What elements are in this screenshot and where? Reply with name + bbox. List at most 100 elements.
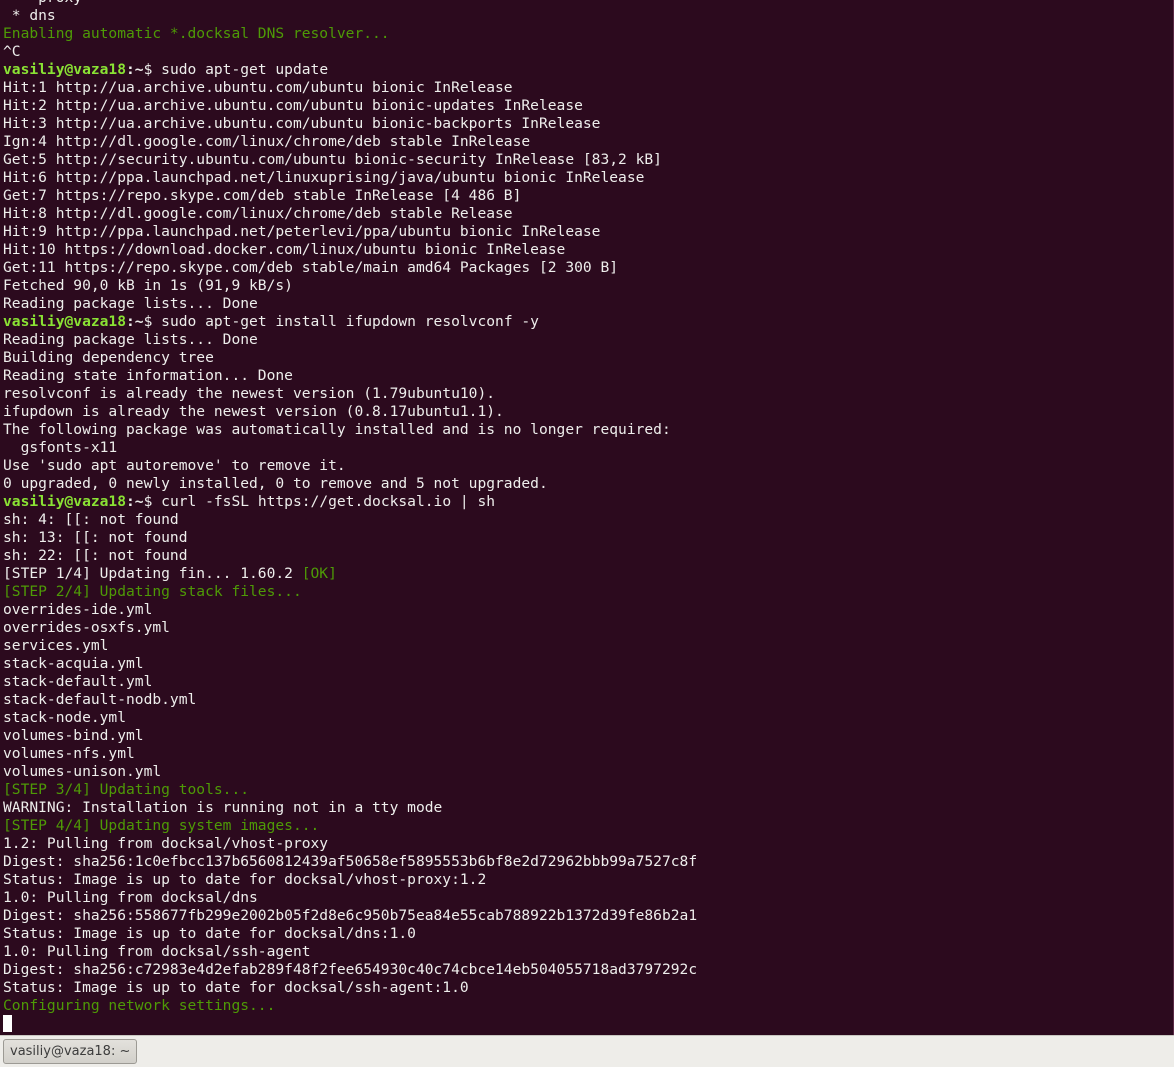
terminal-line: Building dependency tree xyxy=(3,349,697,367)
terminal-line: proxy xyxy=(3,0,697,7)
terminal-line: 1.2: Pulling from docksal/vhost-proxy xyxy=(3,835,697,853)
output-text: ^C xyxy=(3,43,21,60)
output-text: overrides-ide.yml xyxy=(3,601,153,618)
terminal-window[interactable]: proxy * dnsEnabling automatic *.docksal … xyxy=(0,0,1174,1035)
output-text: $ sudo apt-get install ifupdown resolvco… xyxy=(143,313,539,330)
terminal-line: Configuring network settings... xyxy=(3,997,697,1015)
terminal-line: stack-default-nodb.yml xyxy=(3,691,697,709)
text-cursor xyxy=(3,1015,12,1032)
output-text: volumes-nfs.yml xyxy=(3,745,135,762)
output-text: Get:11 https://repo.skype.com/deb stable… xyxy=(3,259,619,276)
terminal-line: Use 'sudo apt autoremove' to remove it. xyxy=(3,457,697,475)
output-text: proxy xyxy=(3,0,82,6)
output-text: sh: 13: [[: not found xyxy=(3,529,188,546)
terminal-line: 1.0: Pulling from docksal/ssh-agent xyxy=(3,943,697,961)
terminal-line: services.yml xyxy=(3,637,697,655)
terminal-line: volumes-bind.yml xyxy=(3,727,697,745)
terminal-line: * dns xyxy=(3,7,697,25)
output-text: Ign:4 http://dl.google.com/linux/chrome/… xyxy=(3,133,531,150)
output-text: Digest: sha256:1c0efbcc137b6560812439af5… xyxy=(3,853,698,870)
terminal-line: sh: 4: [[: not found xyxy=(3,511,697,529)
output-text: Reading package lists... Done xyxy=(3,331,258,348)
output-text: Building dependency tree xyxy=(3,349,214,366)
output-text: Hit:1 http://ua.archive.ubuntu.com/ubunt… xyxy=(3,79,513,96)
output-text: $ sudo apt-get update xyxy=(143,61,329,78)
terminal-line: overrides-ide.yml xyxy=(3,601,697,619)
terminal-line: Status: Image is up to date for docksal/… xyxy=(3,871,697,889)
terminal-line: ^C xyxy=(3,43,697,61)
terminal-line: WARNING: Installation is running not in … xyxy=(3,799,697,817)
terminal-line: Digest: sha256:558677fb299e2002b05f2d8e6… xyxy=(3,907,697,925)
status-message: [STEP 3/4] Updating tools... xyxy=(3,781,250,798)
terminal-line: Hit:6 http://ppa.launchpad.net/linuxupri… xyxy=(3,169,697,187)
terminal-line: Hit:9 http://ppa.launchpad.net/peterlevi… xyxy=(3,223,697,241)
terminal-line: ifupdown is already the newest version (… xyxy=(3,403,697,421)
status-message: Enabling automatic *.docksal DNS resolve… xyxy=(3,25,390,42)
terminal-line: Get:7 https://repo.skype.com/deb stable … xyxy=(3,187,697,205)
output-text: overrides-osxfs.yml xyxy=(3,619,170,636)
status-message: Configuring network settings... xyxy=(3,997,276,1014)
terminal-line: Get:11 https://repo.skype.com/deb stable… xyxy=(3,259,697,277)
terminal-line: Status: Image is up to date for docksal/… xyxy=(3,979,697,997)
output-text: Hit:10 https://download.docker.com/linux… xyxy=(3,241,566,258)
output-text: stack-default.yml xyxy=(3,673,153,690)
status-message: [STEP 4/4] Updating system images... xyxy=(3,817,320,834)
prompt-path: :~ xyxy=(126,493,144,510)
terminal-line: sh: 13: [[: not found xyxy=(3,529,697,547)
terminal-line: gsfonts-x11 xyxy=(3,439,697,457)
output-text: 1.2: Pulling from docksal/vhost-proxy xyxy=(3,835,329,852)
terminal-line: [STEP 1/4] Updating fin... 1.60.2 [OK] xyxy=(3,565,697,583)
output-text: stack-default-nodb.yml xyxy=(3,691,197,708)
output-text: resolvconf is already the newest version… xyxy=(3,385,496,402)
terminal-line: resolvconf is already the newest version… xyxy=(3,385,697,403)
output-text: Hit:2 http://ua.archive.ubuntu.com/ubunt… xyxy=(3,97,583,114)
terminal-line: Status: Image is up to date for docksal/… xyxy=(3,925,697,943)
terminal-line: stack-default.yml xyxy=(3,673,697,691)
prompt-path: :~ xyxy=(126,61,144,78)
output-text: Get:7 https://repo.skype.com/deb stable … xyxy=(3,187,522,204)
terminal-input-line[interactable] xyxy=(3,1015,697,1033)
terminal-line: volumes-unison.yml xyxy=(3,763,697,781)
output-text: stack-acquia.yml xyxy=(3,655,144,672)
output-text: Get:5 http://security.ubuntu.com/ubuntu … xyxy=(3,151,662,168)
terminal-line: [STEP 3/4] Updating tools... xyxy=(3,781,697,799)
terminal-line: Enabling automatic *.docksal DNS resolve… xyxy=(3,25,697,43)
output-text: Status: Image is up to date for docksal/… xyxy=(3,979,469,996)
prompt-path: :~ xyxy=(126,313,144,330)
terminal-output: proxy * dnsEnabling automatic *.docksal … xyxy=(3,0,697,1033)
output-text: Hit:3 http://ua.archive.ubuntu.com/ubunt… xyxy=(3,115,601,132)
status-message: [STEP 2/4] Updating stack files... xyxy=(3,583,302,600)
terminal-line: stack-node.yml xyxy=(3,709,697,727)
terminal-line: Reading package lists... Done xyxy=(3,295,697,313)
output-text: Status: Image is up to date for docksal/… xyxy=(3,871,487,888)
output-text: Use 'sudo apt autoremove' to remove it. xyxy=(3,457,346,474)
terminal-line: Hit:2 http://ua.archive.ubuntu.com/ubunt… xyxy=(3,97,697,115)
output-text: Hit:8 http://dl.google.com/linux/chrome/… xyxy=(3,205,513,222)
output-text: volumes-unison.yml xyxy=(3,763,162,780)
terminal-line: vasiliy@vaza18:~$ sudo apt-get install i… xyxy=(3,313,697,331)
terminal-line: Fetched 90,0 kB in 1s (91,9 kB/s) xyxy=(3,277,697,295)
output-text: gsfonts-x11 xyxy=(3,439,118,456)
terminal-line: [STEP 4/4] Updating system images... xyxy=(3,817,697,835)
taskbar-terminal-window-button[interactable]: vasiliy@vaza18: ~ xyxy=(3,1039,138,1064)
output-text: services.yml xyxy=(3,637,109,654)
terminal-line: stack-acquia.yml xyxy=(3,655,697,673)
terminal-line: Get:5 http://security.ubuntu.com/ubuntu … xyxy=(3,151,697,169)
terminal-line: vasiliy@vaza18:~$ sudo apt-get update xyxy=(3,61,697,79)
output-text: The following package was automatically … xyxy=(3,421,671,438)
output-text: 1.0: Pulling from docksal/ssh-agent xyxy=(3,943,311,960)
output-text: sh: 4: [[: not found xyxy=(3,511,179,528)
terminal-line: Reading package lists... Done xyxy=(3,331,697,349)
terminal-line: [STEP 2/4] Updating stack files... xyxy=(3,583,697,601)
terminal-line: Hit:1 http://ua.archive.ubuntu.com/ubunt… xyxy=(3,79,697,97)
terminal-line: vasiliy@vaza18:~$ curl -fsSL https://get… xyxy=(3,493,697,511)
terminal-line: Reading state information... Done xyxy=(3,367,697,385)
terminal-line: Ign:4 http://dl.google.com/linux/chrome/… xyxy=(3,133,697,151)
output-text: WARNING: Installation is running not in … xyxy=(3,799,443,816)
output-text: $ curl -fsSL https://get.docksal.io | sh xyxy=(143,493,496,510)
status-message: [OK] xyxy=(301,565,337,582)
terminal-line: sh: 22: [[: not found xyxy=(3,547,697,565)
taskbar: vasiliy@vaza18: ~ xyxy=(0,1035,1174,1067)
output-text: stack-node.yml xyxy=(3,709,127,726)
terminal-line: 0 upgraded, 0 newly installed, 0 to remo… xyxy=(3,475,697,493)
